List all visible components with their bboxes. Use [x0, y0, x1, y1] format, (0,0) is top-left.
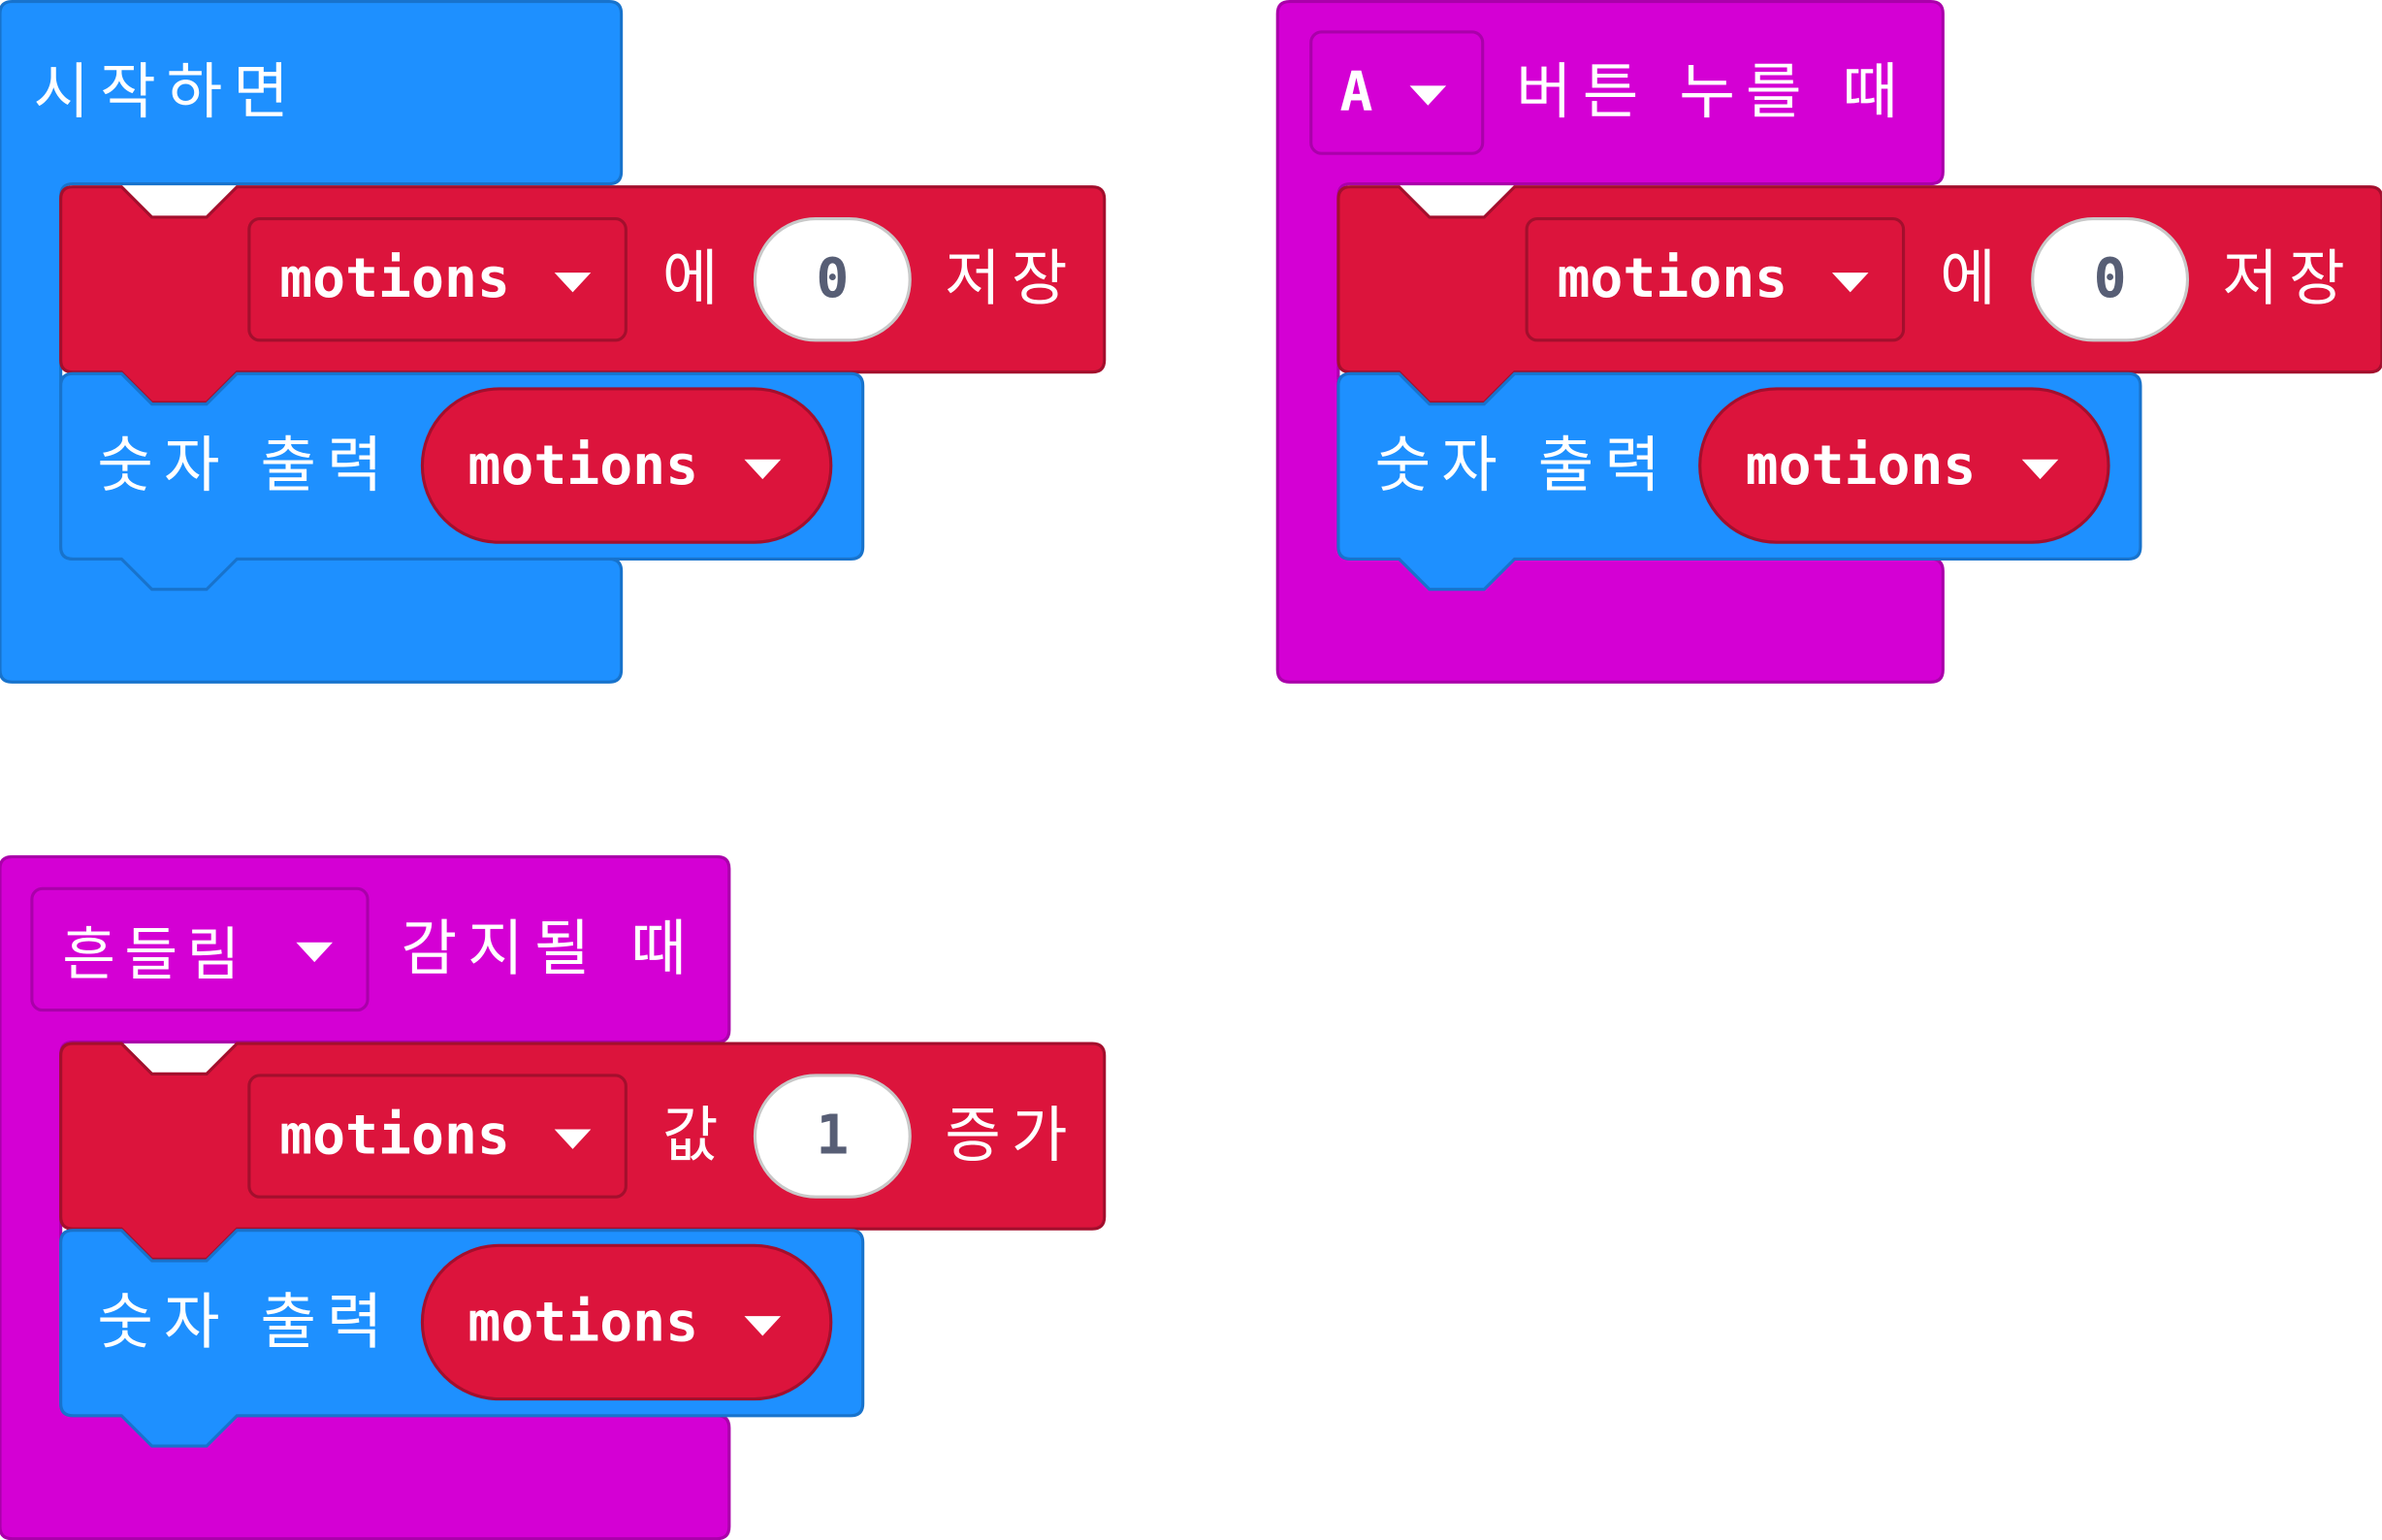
triangle-down-icon: [744, 1315, 782, 1335]
change-action-label: 증가: [945, 1101, 1078, 1171]
on-gesture-label: 감지될 때: [401, 914, 697, 984]
value-input[interactable]: 0: [753, 216, 912, 342]
variable-dropdown[interactable]: motions: [247, 216, 628, 342]
value-text: 0: [2093, 248, 2127, 311]
triangle-down-icon: [744, 458, 782, 479]
on-start-label: 시작하면: [33, 57, 300, 128]
variable-name: motions: [1557, 248, 1788, 311]
variable-dropdown[interactable]: motions: [247, 1074, 628, 1199]
triangle-down-icon: [554, 1129, 592, 1149]
gesture-dropdown[interactable]: 흔들림: [30, 886, 370, 1012]
value-text: 0: [816, 248, 850, 311]
variable-reporter[interactable]: motions: [420, 1243, 833, 1401]
value-input[interactable]: 1: [753, 1074, 912, 1199]
button-name: A: [1339, 61, 1373, 124]
show-number-label: 숫자 출력: [97, 431, 394, 501]
triangle-down-icon: [554, 273, 592, 293]
triangle-down-icon: [296, 942, 334, 963]
show-number-label: 숫자 출력: [1374, 431, 1671, 501]
on-button-label: 버튼 누를 때: [1516, 57, 1909, 128]
value-text: 1: [816, 1105, 850, 1168]
variable-reporter[interactable]: motions: [1698, 387, 2110, 544]
change-connector-label: 값: [661, 1101, 729, 1171]
variable-reporter[interactable]: motions: [420, 387, 833, 544]
variable-dropdown[interactable]: motions: [1525, 216, 1906, 342]
set-action-label: 저장: [945, 244, 1078, 315]
triangle-down-icon: [1831, 273, 1869, 293]
gesture-name: 흔들림: [62, 920, 249, 988]
variable-name: motions: [467, 1291, 699, 1354]
variable-name: motions: [279, 1105, 510, 1168]
show-number-label: 숫자 출력: [97, 1288, 394, 1359]
set-connector-label: 에: [1940, 244, 2007, 315]
set-connector-label: 에: [661, 244, 729, 315]
triangle-down-icon: [1409, 85, 1447, 106]
triangle-down-icon: [2021, 458, 2059, 479]
value-input[interactable]: 0: [2031, 216, 2190, 342]
variable-name: motions: [1745, 433, 1977, 497]
variable-name: motions: [467, 433, 699, 497]
variable-name: motions: [279, 248, 510, 311]
button-dropdown[interactable]: A: [1309, 30, 1485, 155]
set-action-label: 저장: [2222, 244, 2356, 315]
